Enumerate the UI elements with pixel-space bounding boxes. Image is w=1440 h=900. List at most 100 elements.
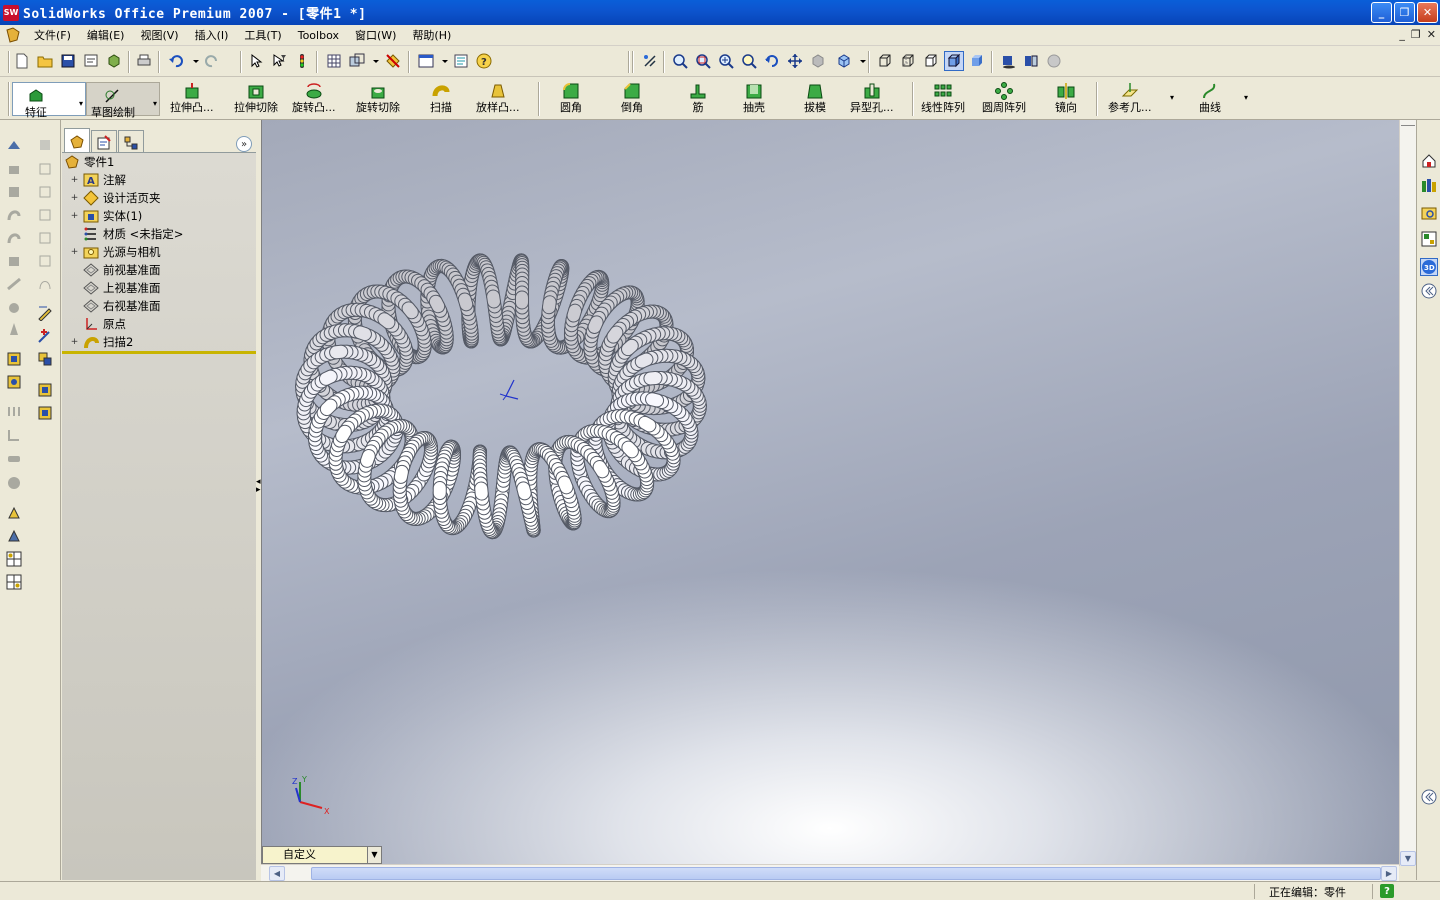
solidworks-resources-icon[interactable] [1420, 152, 1438, 170]
save-icon[interactable] [58, 51, 78, 71]
tab-features[interactable]: 特征 ▾ [12, 82, 86, 119]
graphics-area[interactable]: Z Y X [261, 120, 1399, 866]
status-help-icon[interactable]: ? [1380, 884, 1394, 898]
tree-item-lights-cameras[interactable]: + 光源与相机 [62, 243, 256, 261]
split-handle-icon[interactable] [1401, 120, 1415, 126]
zoom-to-fit-icon[interactable] [670, 51, 690, 71]
zoom-to-area-icon[interactable] [693, 51, 713, 71]
linear-pattern-button[interactable]: 线性阵列 [921, 81, 965, 117]
close-button[interactable]: ✕ [1417, 2, 1438, 23]
shaded-with-edges-icon[interactable] [944, 51, 964, 71]
menu-window[interactable]: 窗口(W) [347, 27, 404, 43]
shadows-icon[interactable] [998, 51, 1018, 71]
fillet-button[interactable]: 圆角 [560, 81, 582, 117]
tree-item-design-binder[interactable]: + 设计活页夹 [62, 189, 256, 207]
tree-item-front-plane[interactable]: 前视基准面 [62, 261, 256, 279]
expand-annotations-icon[interactable]: + [70, 175, 79, 185]
panel-expand-icon[interactable]: » [236, 136, 252, 152]
section-view-icon[interactable] [1021, 51, 1041, 71]
extruded-cut-button[interactable]: 拉伸切除 [234, 81, 278, 117]
sketch-picture-icon[interactable] [36, 404, 54, 422]
tree-root[interactable]: 零件1 [62, 153, 256, 171]
doc-minimize-button[interactable]: _ [1399, 28, 1405, 41]
hidden-lines-visible-icon[interactable] [898, 51, 918, 71]
view-layout-icon[interactable] [416, 51, 436, 71]
feature-thicken-icon[interactable] [5, 527, 23, 545]
options-grid-icon[interactable] [324, 51, 344, 71]
circular-pattern-button[interactable]: 圆周阵列 [982, 81, 1026, 117]
tab-property-manager[interactable] [91, 130, 117, 154]
view-select-dropdown-icon[interactable]: ▼ [367, 847, 381, 863]
horizontal-scrollbar[interactable]: ◀ ▶ [261, 864, 1399, 881]
mirror-button[interactable]: 镜向 [1055, 81, 1077, 117]
maximize-button[interactable]: ❐ [1394, 2, 1415, 23]
view-palette-icon[interactable] [1420, 230, 1438, 248]
rebuild-icon[interactable] [292, 51, 312, 71]
expand-design-binder-icon[interactable]: + [70, 193, 79, 203]
expand-solid-bodies-icon[interactable]: + [70, 211, 79, 221]
view-orientation-select[interactable]: 自定义 ▼ [262, 846, 382, 864]
tree-item-right-plane[interactable]: 右视基准面 [62, 297, 256, 315]
pan-icon[interactable] [785, 51, 805, 71]
make-drawing-icon[interactable] [81, 51, 101, 71]
help-question-icon[interactable]: ? [474, 51, 494, 71]
print-icon[interactable] [134, 51, 154, 71]
sketch-edit-icon[interactable] [36, 304, 54, 322]
menu-edit[interactable]: 编辑(E) [79, 27, 133, 43]
wireframe-icon[interactable] [875, 51, 895, 71]
chamfer-button[interactable]: 倒角 [621, 81, 643, 117]
curves-button[interactable]: 曲线 [1199, 81, 1221, 117]
tree-item-origin[interactable]: 原点 [62, 315, 256, 333]
hole-wizard-button[interactable]: 异型孔... [850, 81, 894, 117]
tree-item-solid-bodies[interactable]: + 实体(1) [62, 207, 256, 225]
tree-item-annotations[interactable]: + A 注解 [62, 171, 256, 189]
task-pane-collapse-icon[interactable] [1420, 282, 1438, 300]
make-assembly-icon[interactable] [104, 51, 124, 71]
tree-item-material[interactable]: 材质 <未指定> [62, 225, 256, 243]
feature-box-icon[interactable] [5, 350, 23, 368]
redo-icon[interactable] [202, 51, 222, 71]
tree-item-top-plane[interactable]: 上视基准面 [62, 279, 256, 297]
menu-help[interactable]: 帮助(H) [404, 27, 459, 43]
rib-button[interactable]: 筋 [687, 81, 709, 117]
3d-drawing-view-icon[interactable] [808, 51, 828, 71]
splitter-handle-icon[interactable]: ◂ ▸ [256, 478, 261, 502]
tab-configuration-manager[interactable] [118, 130, 144, 154]
properties-icon[interactable] [451, 51, 471, 71]
shell-button[interactable]: 抽壳 [743, 81, 765, 117]
draft-button[interactable]: 拔模 [804, 81, 826, 117]
task-pane-expand-icon[interactable] [1420, 788, 1438, 806]
pattern-grid-icon[interactable] [5, 550, 23, 568]
reference-geometry-dropdown-icon[interactable]: ▾ [1170, 93, 1174, 102]
menu-insert[interactable]: 插入(I) [187, 27, 237, 43]
sketch-add-relation-icon[interactable] [36, 327, 54, 345]
extruded-boss-button[interactable]: 拉伸凸... [170, 81, 214, 117]
3d-content-central-icon[interactable]: 3D [1420, 258, 1438, 276]
horizontal-scroll-thumb[interactable] [311, 867, 1381, 880]
tab-features-dropdown-icon[interactable]: ▾ [79, 99, 83, 108]
expand-lights-cameras-icon[interactable]: + [70, 247, 79, 257]
feature-extrude-icon[interactable] [5, 136, 23, 154]
rollback-bar[interactable] [62, 351, 256, 354]
minimize-button[interactable]: _ [1371, 2, 1392, 23]
solidworks-menu-logo-icon[interactable] [4, 26, 22, 44]
select-filter-icon[interactable] [269, 51, 289, 71]
tab-sketch-dropdown-icon[interactable]: ▾ [153, 99, 157, 108]
reference-geometry-button[interactable]: 参考几... [1108, 81, 1152, 117]
tab-sketch[interactable]: 草图绘制 ▾ [86, 82, 160, 119]
menu-view[interactable]: 视图(V) [132, 27, 186, 43]
undo-icon[interactable] [166, 51, 186, 71]
menu-tools[interactable]: 工具(T) [236, 27, 289, 43]
scroll-right-icon[interactable]: ▶ [1381, 866, 1397, 881]
pattern-table-icon[interactable] [5, 573, 23, 591]
toroidal-coil-model[interactable] [262, 120, 1399, 866]
select-pointer-icon[interactable] [246, 51, 266, 71]
revolved-boss-button[interactable]: 旋转凸... [292, 81, 336, 117]
sweep-button[interactable]: 扫描 [430, 81, 452, 117]
feature-scale-icon[interactable] [5, 504, 23, 522]
menu-toolbox[interactable]: Toolbox [290, 29, 347, 42]
design-library-icon[interactable] [1420, 176, 1438, 194]
display-style-icon[interactable] [347, 51, 367, 71]
zoom-to-selection-icon[interactable] [739, 51, 759, 71]
revolved-cut-button[interactable]: 旋转切除 [356, 81, 400, 117]
